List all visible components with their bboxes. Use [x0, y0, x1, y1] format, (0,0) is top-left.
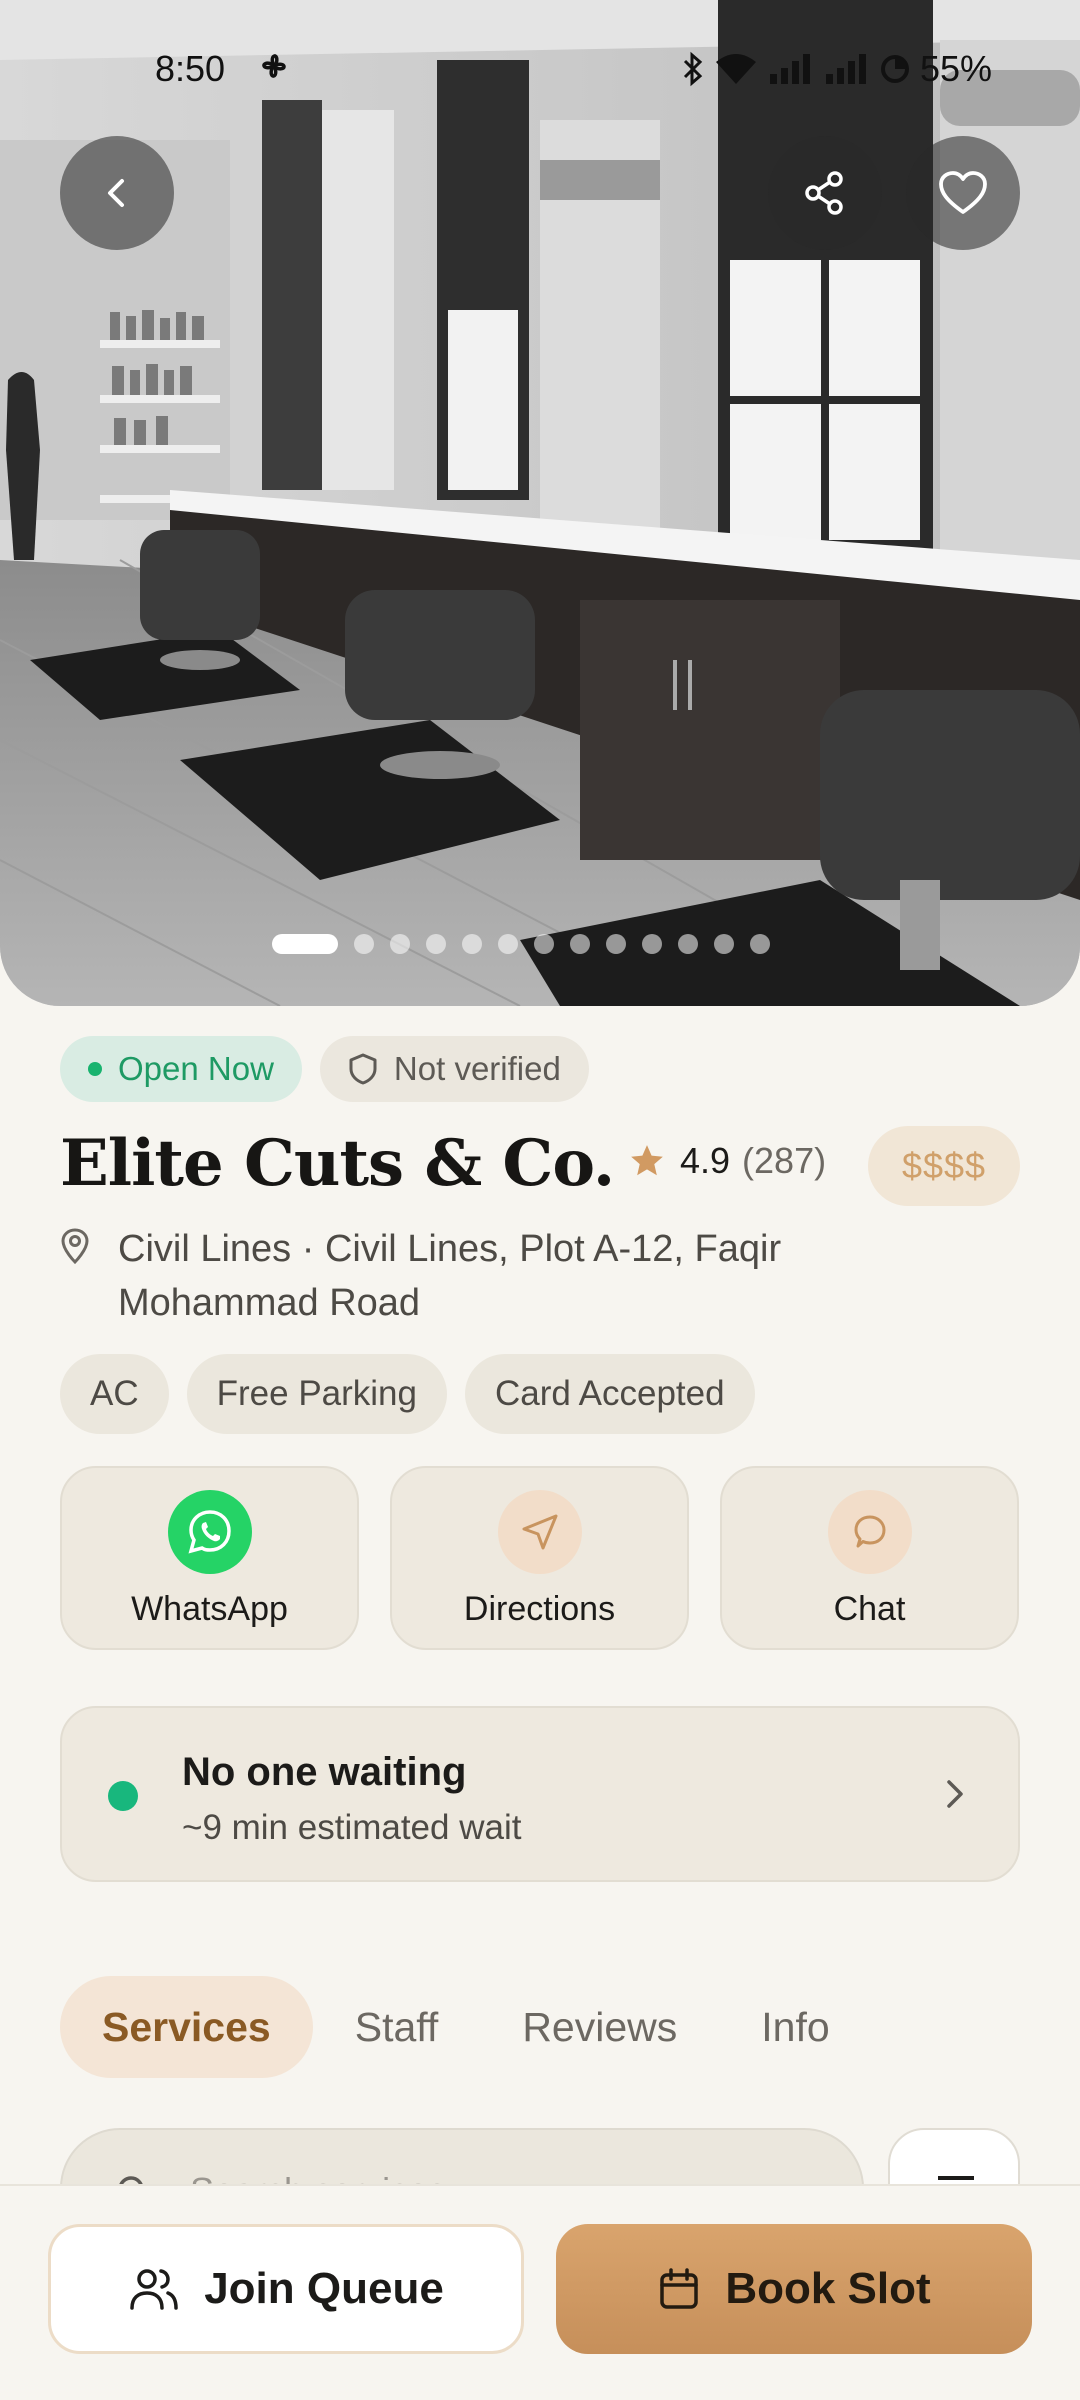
pagination-dot[interactable] — [678, 934, 698, 954]
amenity-ac: AC — [60, 1354, 169, 1434]
pagination-dot[interactable] — [462, 934, 482, 954]
whatsapp-button[interactable]: WhatsApp — [60, 1466, 359, 1650]
rating-value: 4.9 — [680, 1140, 731, 1181]
pagination-dot[interactable] — [498, 934, 518, 954]
chevron-right-icon — [947, 1780, 963, 1808]
chevron-left-icon — [108, 179, 124, 207]
calendar-icon — [660, 2268, 699, 2309]
open-now-label: Open Now — [118, 1050, 274, 1087]
address-text: Civil Lines · Civil Lines, Plot A-12, Fa… — [118, 1228, 782, 1324]
back-button[interactable] — [60, 136, 174, 250]
pagination-dot[interactable] — [426, 934, 446, 954]
amenity-card-accepted: Card Accepted — [465, 1354, 755, 1434]
queue-status-title: No one waiting — [182, 1750, 467, 1794]
join-queue-label: Join Queue — [204, 2264, 444, 2313]
chat-button[interactable]: Chat — [720, 1466, 1019, 1650]
estimated-wait: ~9 min estimated wait — [182, 1808, 522, 1847]
shield-icon — [349, 1053, 377, 1085]
book-slot-button[interactable]: Book Slot — [556, 2224, 1032, 2354]
pagination-dot[interactable] — [390, 934, 410, 954]
pagination-dot[interactable] — [354, 934, 374, 954]
pagination-dot[interactable] — [606, 934, 626, 954]
bluetooth-icon — [683, 51, 703, 87]
book-slot-label: Book Slot — [725, 2264, 931, 2313]
queue-status-card[interactable]: No one waiting ~9 min estimated wait — [60, 1706, 1020, 1882]
status-bar: 8:50 55% — [0, 40, 1080, 100]
not-verified-label: Not verified — [393, 1050, 561, 1087]
favorite-button[interactable] — [906, 136, 1020, 250]
address[interactable]: Civil Lines · Civil Lines, Plot A-12, Fa… — [60, 1222, 960, 1330]
chat-bubble-icon — [827, 1490, 912, 1574]
clock: 8:50 — [155, 48, 226, 89]
share-button[interactable] — [768, 136, 882, 250]
bottom-action-bar: Join Queue Book Slot — [0, 2184, 1080, 2400]
queue-status-dot — [108, 1781, 138, 1811]
whatsapp-label: WhatsApp — [131, 1590, 288, 1628]
amenity-chips: AC Free Parking Card Accepted — [60, 1354, 755, 1434]
battery-saver-icon — [880, 55, 909, 83]
open-indicator-dot — [88, 1062, 102, 1076]
status-badges: Open Now Not verified — [60, 1036, 589, 1102]
pagination-dot[interactable] — [714, 934, 734, 954]
directions-label: Directions — [463, 1590, 616, 1628]
whatsapp-icon — [167, 1490, 252, 1574]
section-tabs: Services Staff Reviews Info — [60, 1976, 872, 2078]
navigation-arrow-icon — [497, 1490, 582, 1574]
location-pin-icon — [61, 1228, 89, 1264]
users-icon — [130, 2269, 178, 2310]
pagination-dot-active[interactable] — [272, 934, 338, 954]
pagination-dot[interactable] — [642, 934, 662, 954]
amenity-free-parking: Free Parking — [186, 1354, 447, 1434]
price-level-badge: $$$$ — [868, 1126, 1020, 1206]
pagination-dot[interactable] — [534, 934, 554, 954]
chat-label: Chat — [833, 1590, 906, 1628]
join-queue-button[interactable]: Join Queue — [48, 2224, 524, 2354]
salon-interior-photo — [0, 0, 1080, 1006]
review-count: (287) — [742, 1140, 827, 1181]
contact-actions: WhatsApp Directions Chat — [60, 1466, 1019, 1650]
tab-staff[interactable]: Staff — [313, 1976, 481, 2078]
signal-icon-2 — [825, 54, 866, 84]
tab-reviews[interactable]: Reviews — [480, 1976, 719, 2078]
tab-services[interactable]: Services — [60, 1976, 313, 2078]
battery-percent: 55% — [919, 48, 992, 89]
star-icon — [631, 1145, 663, 1176]
tab-info[interactable]: Info — [719, 1976, 871, 2078]
not-verified-badge: Not verified — [319, 1036, 589, 1102]
hero-gallery[interactable]: 8:50 55% — [0, 0, 1080, 1006]
signal-icon — [769, 54, 810, 84]
rating[interactable]: 4.9 (287) — [628, 1140, 826, 1182]
pagination-dot[interactable] — [750, 934, 770, 954]
directions-button[interactable]: Directions — [390, 1466, 689, 1650]
gallery-pagination[interactable] — [272, 934, 770, 954]
wifi-icon — [715, 54, 756, 84]
salon-name: Elite Cuts & Co. — [60, 1126, 615, 1201]
fan-icon — [262, 54, 286, 78]
share-icon — [805, 171, 843, 215]
heart-icon — [939, 171, 987, 214]
open-now-badge: Open Now — [60, 1036, 302, 1102]
pagination-dot[interactable] — [570, 934, 590, 954]
